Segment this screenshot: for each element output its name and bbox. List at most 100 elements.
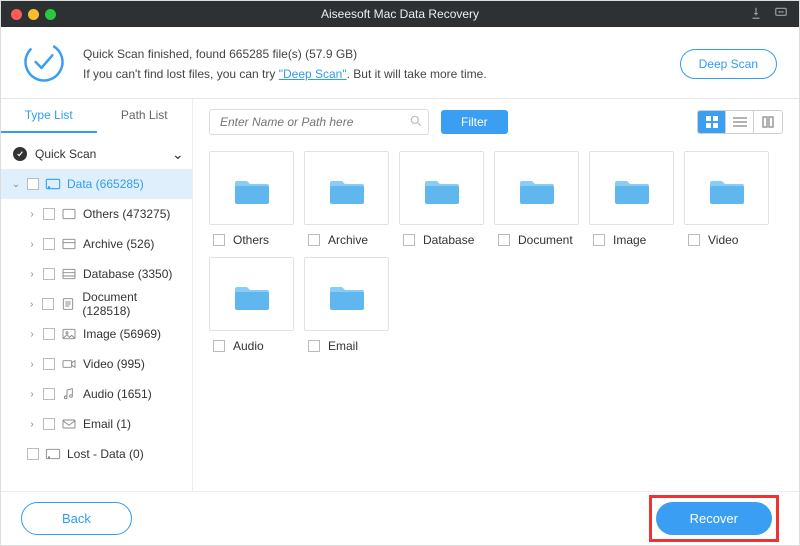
folder-icon [613,169,651,207]
search-input[interactable] [209,109,429,135]
chevron-right-icon[interactable]: › [27,389,37,400]
checkbox[interactable] [213,234,225,246]
tree-root-quick-scan[interactable]: Quick Scan ⌄ [1,139,192,169]
database-icon [61,267,77,281]
folder-icon [708,169,746,207]
checkbox[interactable] [308,234,320,246]
folder-tile[interactable]: Image [589,151,674,247]
folder-icon [328,275,366,313]
audio-icon [61,387,77,401]
checkbox[interactable] [403,234,415,246]
minimize-window-button[interactable] [28,9,39,20]
chevron-right-icon[interactable]: › [27,209,37,220]
tree-node-document[interactable]: › Document (128518) [1,289,192,319]
feedback-icon[interactable] [773,6,789,23]
window-title: Aiseesoft Mac Data Recovery [1,7,799,21]
tree-node-others[interactable]: › Others (473275) [1,199,192,229]
others-icon [61,207,77,221]
checkbox[interactable] [43,358,55,370]
folder-label: Others [233,233,269,247]
tree-node-database[interactable]: › Database (3350) [1,259,192,289]
file-tree: Quick Scan ⌄ ⌄ Data (665285) › Others (4… [1,133,192,491]
chevron-right-icon[interactable]: › [27,239,37,250]
disk-icon [45,177,61,191]
sidebar: Type List Path List Quick Scan ⌄ ⌄ Data … [1,99,193,491]
list-view-button[interactable] [726,111,754,133]
tree-node-video[interactable]: › Video (995) [1,349,192,379]
view-switcher [697,110,783,134]
deep-scan-link[interactable]: "Deep Scan" [279,67,347,81]
footer: Back Recover [1,491,799,545]
window-controls [11,9,56,20]
folder-label: Email [328,339,358,353]
folder-thumbnail [304,257,389,331]
checkbox[interactable] [498,234,510,246]
tab-type-list[interactable]: Type List [1,99,97,133]
checkbox[interactable] [27,178,39,190]
checkbox[interactable] [43,268,55,280]
chevron-right-icon[interactable]: › [27,359,37,370]
folder-thumbnail [209,257,294,331]
checkbox[interactable] [593,234,605,246]
search-icon[interactable] [409,114,423,131]
tree-node-image[interactable]: › Image (56969) [1,319,192,349]
folder-thumbnail [589,151,674,225]
folder-thumbnail [399,151,484,225]
checkbox[interactable] [43,388,55,400]
deep-scan-button[interactable]: Deep Scan [680,49,777,79]
folder-tile[interactable]: Video [684,151,769,247]
checkbox[interactable] [308,340,320,352]
chevron-right-icon[interactable]: › [27,299,36,310]
main-content: Filter Others Archive Database Document Imag… [193,99,799,491]
close-window-button[interactable] [11,9,22,20]
chevron-right-icon[interactable]: › [27,419,37,430]
folder-tile[interactable]: Archive [304,151,389,247]
maximize-window-button[interactable] [45,9,56,20]
folder-tile[interactable]: Document [494,151,579,247]
tree-node-audio[interactable]: › Audio (1651) [1,379,192,409]
folder-tile[interactable]: Database [399,151,484,247]
folder-label: Document [518,233,573,247]
tree-node-email[interactable]: › Email (1) [1,409,192,439]
email-icon [61,417,77,431]
grid-view-button[interactable] [698,111,726,133]
folder-label: Video [708,233,738,247]
chevron-down-icon[interactable]: ⌄ [11,179,21,190]
checkbox[interactable] [43,238,55,250]
column-view-button[interactable] [754,111,782,133]
tree-node-lost-data[interactable]: Lost - Data (0) [1,439,192,469]
folder-label: Archive [328,233,368,247]
checkbox[interactable] [213,340,225,352]
checkbox[interactable] [43,208,55,220]
archive-icon [61,237,77,251]
chevron-right-icon[interactable]: › [27,269,37,280]
chevron-down-icon[interactable]: ⌄ [172,146,182,163]
folder-grid: Others Archive Database Document Image Video A… [193,143,799,365]
share-icon[interactable] [749,6,763,23]
folder-thumbnail [684,151,769,225]
tab-path-list[interactable]: Path List [97,99,193,133]
chevron-right-icon[interactable]: › [27,329,37,340]
tree-node-archive[interactable]: › Archive (526) [1,229,192,259]
titlebar: Aiseesoft Mac Data Recovery [1,1,799,27]
tree-node-data[interactable]: ⌄ Data (665285) [1,169,192,199]
folder-tile[interactable]: Audio [209,257,294,353]
checkbox[interactable] [42,298,54,310]
folder-tile[interactable]: Others [209,151,294,247]
content-toolbar: Filter [193,99,799,143]
recover-button[interactable]: Recover [656,502,772,535]
checkbox[interactable] [688,234,700,246]
app-window: Aiseesoft Mac Data Recovery Quick Scan f… [0,0,800,546]
folder-icon [233,275,271,313]
back-button[interactable]: Back [21,502,132,535]
folder-label: Audio [233,339,264,353]
folder-icon [518,169,556,207]
folder-label: Image [613,233,646,247]
folder-thumbnail [304,151,389,225]
checkbox[interactable] [43,328,55,340]
folder-icon [233,169,271,207]
checkbox[interactable] [27,448,39,460]
folder-tile[interactable]: Email [304,257,389,353]
filter-button[interactable]: Filter [441,110,508,134]
checkbox[interactable] [43,418,55,430]
